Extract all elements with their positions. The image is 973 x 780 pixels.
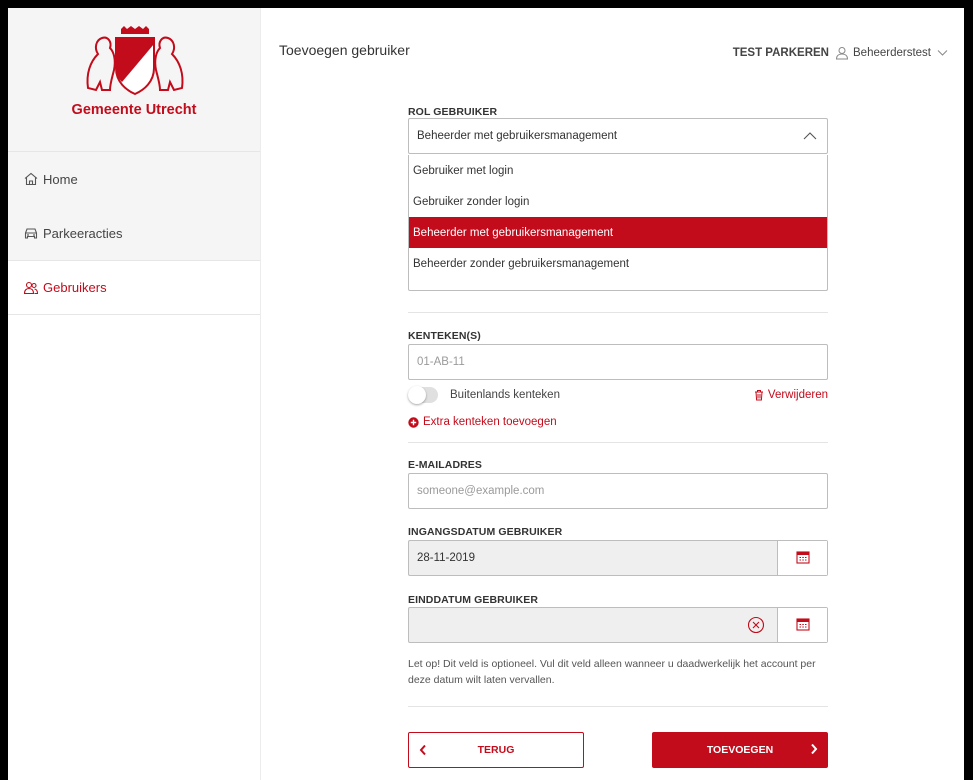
end-date-calendar-button[interactable] [777, 608, 827, 642]
end-date-field[interactable] [408, 607, 828, 643]
role-option[interactable]: Gebruiker met login [409, 155, 827, 186]
role-option[interactable]: Gebruiker zonder login [409, 186, 827, 217]
utrecht-coat-of-arms-logo [86, 26, 184, 96]
add-plate-link[interactable]: Extra kenteken toevoegen [408, 416, 557, 428]
remove-plate-label: Verwijderen [767, 389, 828, 401]
car-icon [23, 225, 39, 241]
app-window: Gemeente Utrecht Home Parkeeracties Gebr… [8, 8, 964, 780]
user-name: Beheerderstest [853, 47, 931, 59]
remove-plate-button[interactable]: Verwijderen [754, 389, 828, 401]
sidebar-nav: Home Parkeeracties [8, 152, 260, 261]
calendar-icon [795, 550, 810, 567]
logo-text: Gemeente Utrecht [71, 102, 197, 118]
email-label: E-MAILADRES [408, 459, 483, 471]
clear-date-icon[interactable] [747, 616, 765, 637]
role-option[interactable]: Beheerder zonder gebruikersmanagement [409, 248, 827, 279]
end-date-note: Let op! Dit veld is optioneel. Vul dit v… [408, 658, 816, 686]
chevron-left-icon [419, 744, 427, 759]
sidebar: Gemeente Utrecht Home Parkeeracties Gebr… [8, 8, 261, 780]
role-dropdown-list: Gebruiker met login Gebruiker zonder log… [408, 155, 828, 279]
home-icon [23, 171, 39, 187]
start-date-field[interactable]: 28-11-2019 [408, 540, 828, 576]
chevron-down-icon [937, 49, 948, 57]
page-title: Toevoegen gebruiker [279, 42, 410, 58]
sidebar-item-label: Parkeeracties [43, 225, 123, 241]
sidebar-item-label: Home [43, 171, 78, 187]
role-select-value: Beheerder met gebruikersmanagement [417, 130, 618, 142]
divider [408, 442, 828, 443]
back-button[interactable]: TERUG [408, 732, 584, 768]
divider [408, 706, 828, 707]
chevron-right-icon [810, 743, 818, 758]
divider [408, 312, 828, 313]
sidebar-item-gebruikers[interactable]: Gebruikers [8, 261, 260, 315]
add-user-button-label: TOEVOEGEN [706, 744, 774, 756]
email-field[interactable]: someone@example.com [408, 473, 828, 509]
sidebar-item-home[interactable]: Home [8, 152, 260, 206]
plate-input[interactable]: 01-AB-11 [408, 344, 828, 380]
user-icon [835, 46, 849, 60]
add-plate-label: Extra kenteken toevoegen [423, 416, 557, 428]
role-dropdown-bottom [408, 279, 828, 291]
start-date-label: INGANGSDATUM GEBRUIKER [408, 526, 563, 538]
role-label: ROL GEBRUIKER [408, 106, 498, 118]
plates-label: KENTEKEN(S) [408, 330, 481, 342]
role-option-selected[interactable]: Beheerder met gebruikersmanagement [409, 217, 827, 248]
foreign-plate-label: Buitenlands kenteken [450, 389, 560, 401]
chevron-up-icon [803, 131, 817, 143]
start-date-calendar-button[interactable] [777, 541, 827, 575]
back-button-label: TERUG [477, 744, 515, 756]
end-date-label: EINDDATUM GEBRUIKER [408, 594, 539, 606]
start-date-value: 28-11-2019 [417, 552, 475, 564]
foreign-plate-row: Buitenlands kenteken Verwijderen [408, 384, 828, 406]
user-menu[interactable]: TEST PARKEREN Beheerderstest [733, 46, 948, 60]
calendar-icon [795, 617, 810, 634]
logo-area: Gemeente Utrecht [8, 8, 260, 152]
role-select[interactable]: Beheerder met gebruikersmanagement [408, 118, 828, 154]
add-user-button[interactable]: TOEVOEGEN [652, 732, 828, 768]
sidebar-item-parkeeracties[interactable]: Parkeeracties [8, 206, 260, 260]
organization-name: TEST PARKEREN [732, 47, 829, 59]
foreign-plate-toggle[interactable] [408, 386, 438, 404]
sidebar-item-label: Gebruikers [43, 280, 107, 295]
plus-circle-icon [408, 416, 419, 428]
users-icon [23, 280, 39, 296]
trash-icon [754, 389, 764, 401]
